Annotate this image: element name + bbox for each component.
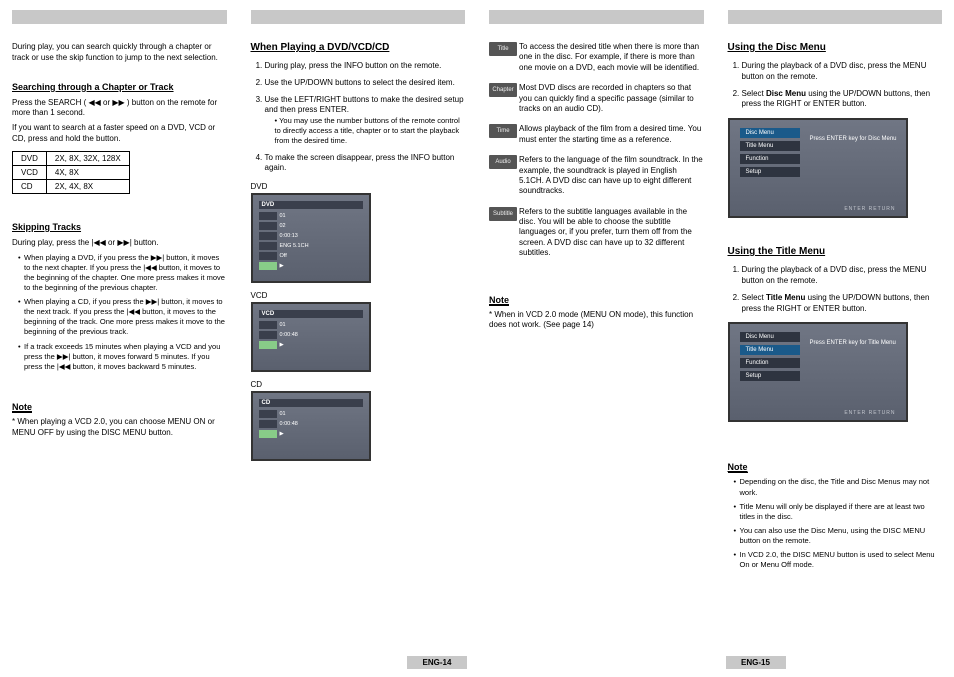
note-item: Depending on the disc, the Title and Dis… [734,477,943,497]
gloss-text: Most DVD discs are recorded in chapters … [519,83,704,114]
col-3: Title To access the desired title when t… [477,0,716,677]
discmenu-steps: During the playback of a DVD disc, press… [728,61,943,110]
osd-menu-item: Function [740,358,800,368]
info-steps: During play, press the INFO button on th… [251,61,466,174]
step-sub: • You may use the number buttons of the … [275,116,466,146]
step-text: Use the LEFT/RIGHT buttons to make the d… [265,95,464,115]
osd-hdr: DVD [259,201,363,209]
osd-menu-item: Function [740,154,800,164]
step: During the playback of a DVD disc, press… [742,61,943,83]
gloss-icon: Chapter [489,83,517,97]
bullet: When playing a CD, if you press the ▶▶| … [18,297,227,338]
osd-vcd: VCD 01 0:00:48 ▶ [251,302,371,372]
cell: 4X, 8X [46,165,129,179]
osd-menu-item: Setup [740,371,800,381]
skip-intro: During play, press the |◀◀ or ▶▶| button… [12,238,227,249]
osd-discmenu: Disc Menu Title Menu Function Setup Pres… [728,118,908,218]
note-item: In VCD 2.0, the DISC MENU button is used… [734,550,943,570]
cell: 2X, 4X, 8X [46,179,129,193]
gloss-text: Refers to the language of the film sound… [519,155,704,197]
note-text: * When in VCD 2.0 mode (MENU ON mode), t… [489,310,704,332]
gloss-audio: Audio Refers to the language of the film… [489,155,704,197]
gloss-text: Allows playback of the film from a desir… [519,124,704,145]
header-bar [728,10,943,24]
heading-discmenu: Using the Disc Menu [728,42,943,53]
step: During the playback of a DVD disc, press… [742,265,943,287]
page-number-left: ENG-14 [407,656,467,669]
gloss-icon: Title [489,42,517,56]
skip-bullets: When playing a DVD, if you press the ▶▶|… [12,253,227,372]
step: Select Disc Menu using the UP/DOWN butto… [742,89,943,111]
osd-hint: Press ENTER key for Title Menu [810,340,896,346]
header-bar [12,10,227,24]
osd-menu-item: Disc Menu [740,128,800,138]
osd-titlemenu: Disc Menu Title Menu Function Setup Pres… [728,322,908,422]
bullet: When playing a DVD, if you press the ▶▶|… [18,253,227,294]
osd-foot: ENTER RETURN [844,206,895,212]
col-2: When Playing a DVD/VCD/CD During play, p… [239,0,478,677]
col-4: Using the Disc Menu During the playback … [716,0,954,677]
gloss-icon: Time [489,124,517,138]
gloss-icon: Audio [489,155,517,169]
header-bar [489,10,704,24]
cell: VCD [13,165,47,179]
intro-text: During play, you can search quickly thro… [12,42,227,64]
osd-menu-item: Title Menu [740,345,800,355]
step: To make the screen disappear, press the … [265,153,466,175]
osd-dvd: DVD 01 02 0:00:13 ENG 5.1CH Off ▶ [251,193,371,283]
cell: 2X, 8X, 32X, 128X [46,151,129,165]
heading-infoplay: When Playing a DVD/VCD/CD [251,42,466,53]
note-item: Title Menu will only be displayed if the… [734,502,943,522]
gloss-icon: Subtitle [489,207,517,221]
col-1: During play, you can search quickly thro… [0,0,239,677]
gloss-chapter: Chapter Most DVD discs are recorded in c… [489,83,704,114]
gloss-time: Time Allows playback of the film from a … [489,124,704,145]
note-text: * When playing a VCD 2.0, you can choose… [12,417,227,439]
osd-cd: CD 01 0:00:48 ▶ [251,391,371,461]
step: Select Title Menu using the UP/DOWN butt… [742,293,943,315]
osd-menu-item: Disc Menu [740,332,800,342]
gloss-text: Refers to the subtitle languages availab… [519,207,704,259]
osd-foot: ENTER RETURN [844,410,895,416]
label-dvd: DVD [251,182,466,191]
osd-hint: Press ENTER key for Disc Menu [810,136,897,142]
header-bar [251,10,466,24]
note-heading: Note [489,295,509,306]
step: Use the LEFT/RIGHT buttons to make the d… [265,95,466,147]
gloss-text: To access the desired title when there i… [519,42,704,73]
heading-skip: Skipping Tracks [12,222,227,232]
bullet: If a track exceeds 15 minutes when playi… [18,342,227,372]
osd-hdr: VCD [259,310,363,318]
gloss-title: Title To access the desired title when t… [489,42,704,73]
cell: CD [13,179,47,193]
label-cd: CD [251,380,466,389]
label-vcd: VCD [251,291,466,300]
note-bullets: Depending on the disc, the Title and Dis… [728,477,943,570]
note-heading: Note [728,462,748,473]
page-number-right: ENG-15 [726,656,786,669]
osd-hdr: CD [259,399,363,407]
cell: DVD [13,151,47,165]
heading-titlemenu: Using the Title Menu [728,246,943,257]
manual-spread: During play, you can search quickly thro… [0,0,954,677]
step: Use the UP/DOWN buttons to select the de… [265,78,466,89]
speed-table: DVD2X, 8X, 32X, 128X VCD4X, 8X CD2X, 4X,… [12,151,130,194]
note-item: You can also use the Disc Menu, using th… [734,526,943,546]
search-press: Press the SEARCH ( ◀◀ or ▶▶ ) button on … [12,98,227,120]
gloss-subtitle: Subtitle Refers to the subtitle language… [489,207,704,259]
heading-search: Searching through a Chapter or Track [12,82,227,92]
osd-menu-item: Title Menu [740,141,800,151]
titlemenu-steps: During the playback of a DVD disc, press… [728,265,943,314]
note-heading: Note [12,402,32,413]
search-hold: If you want to search at a faster speed … [12,123,227,145]
step: During play, press the INFO button on th… [265,61,466,72]
osd-menu-item: Setup [740,167,800,177]
